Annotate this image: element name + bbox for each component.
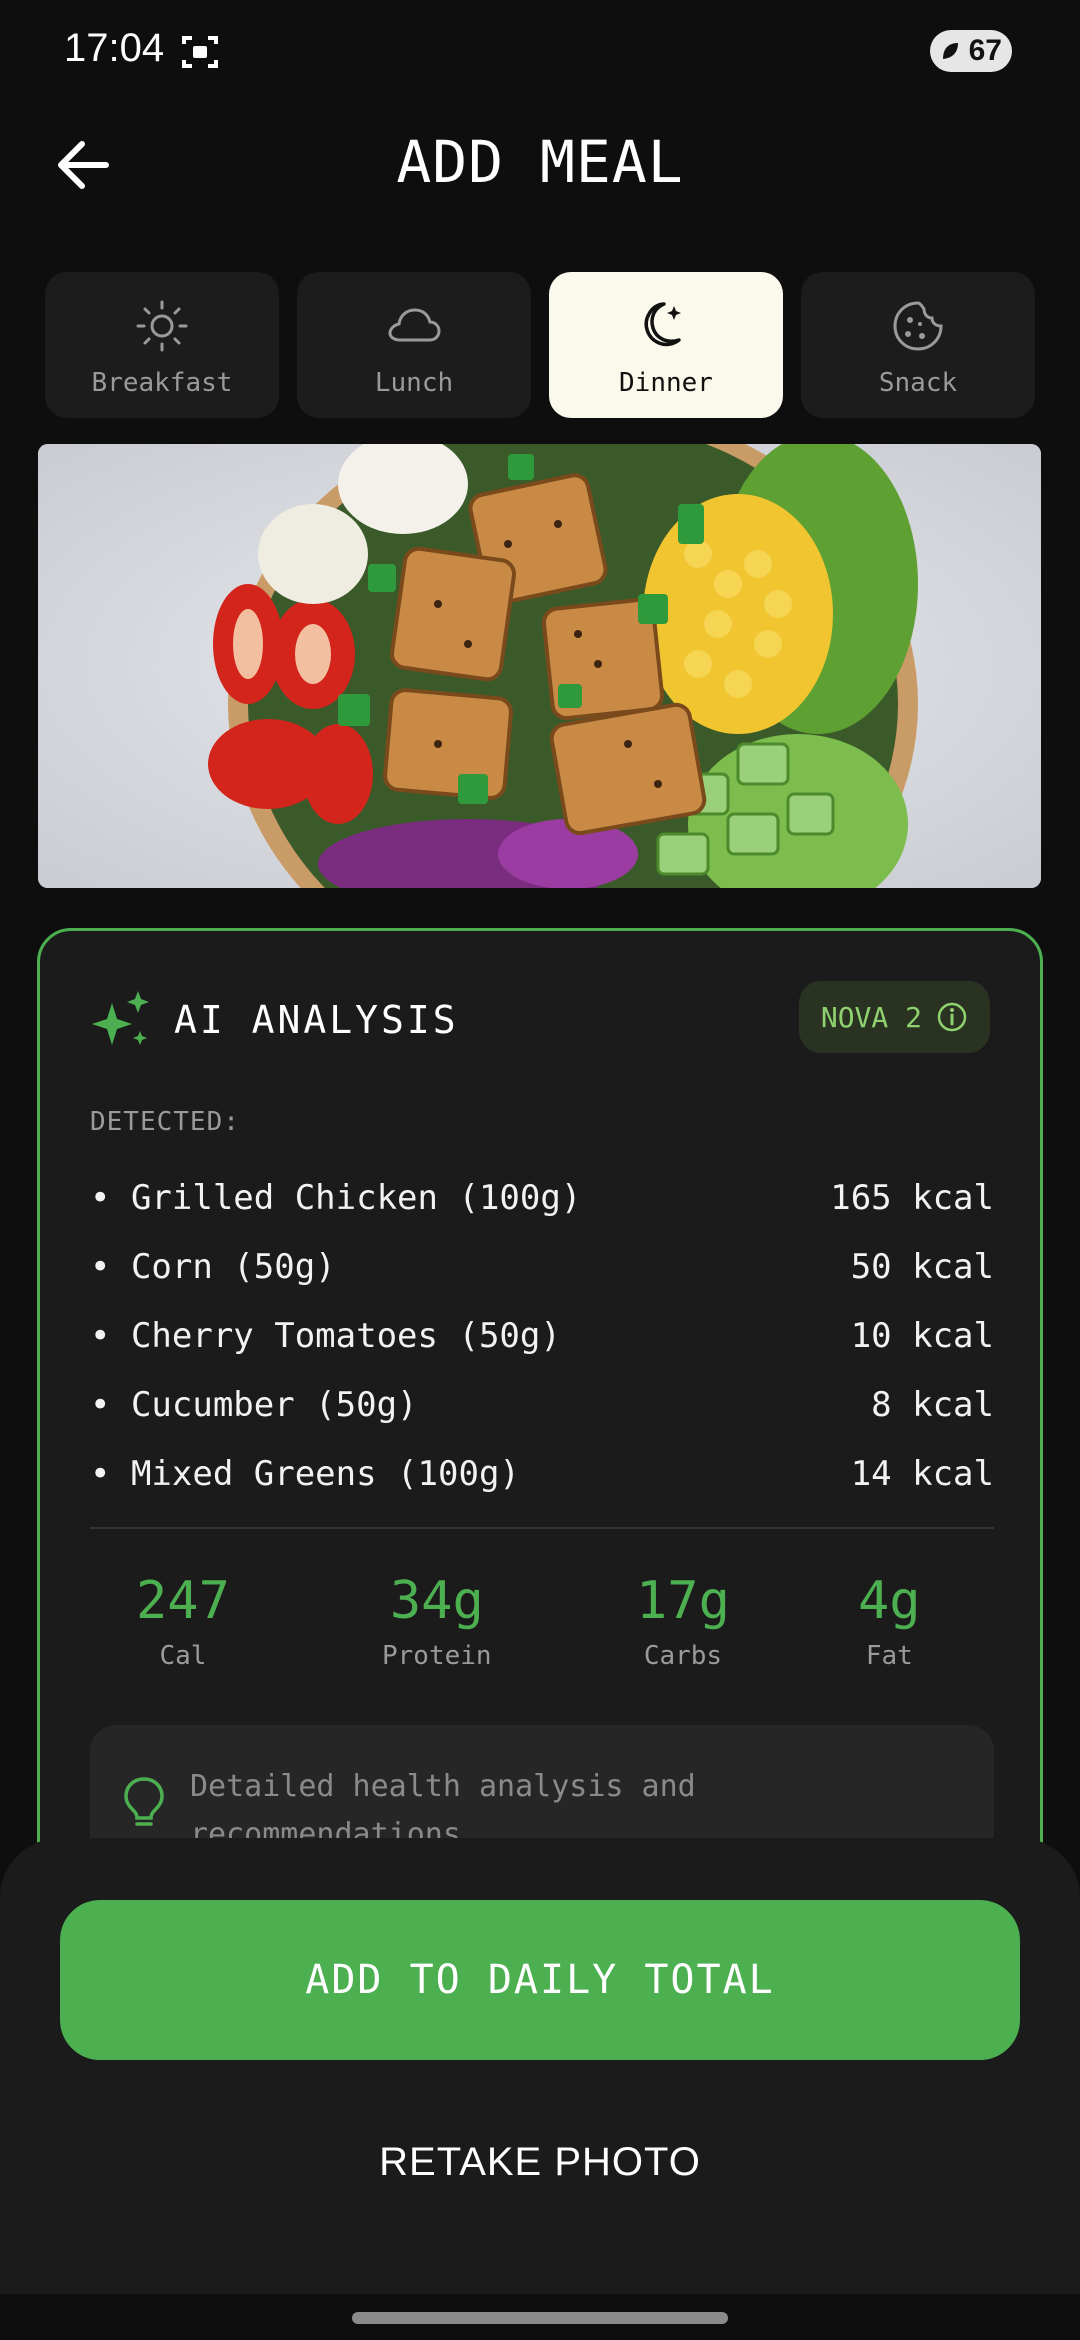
tab-dinner[interactable]: Dinner [549, 272, 783, 418]
food-name: Mixed Greens (100g) [90, 1454, 520, 1494]
model-badge-label: NOVA 2 [820, 1000, 922, 1034]
salad-bowl-image [38, 444, 1041, 888]
action-sheet: ADD TO DAILY TOTAL RETAKE PHOTO [0, 1838, 1080, 2340]
tab-breakfast[interactable]: Breakfast [45, 272, 279, 418]
food-name: Corn (50g) [90, 1247, 336, 1287]
food-kcal: 10 kcal [850, 1315, 994, 1356]
macro-value: 34g [389, 1571, 484, 1631]
macro-value: 17g [636, 1571, 730, 1631]
card-title: AI ANALYSIS [174, 998, 459, 1042]
list-item: Corn (50g) 50 kcal [90, 1232, 994, 1301]
food-kcal: 14 kcal [850, 1453, 994, 1494]
status-bar: 17:04 67 [0, 0, 1080, 100]
cookie-icon [893, 301, 943, 351]
food-name: Grilled Chicken (100g) [90, 1178, 581, 1218]
divider [90, 1527, 994, 1529]
macro-label: Cal [159, 1641, 207, 1671]
macro-carbs: 17g Carbs [636, 1571, 730, 1671]
macro-label: Protein [382, 1641, 492, 1671]
meal-type-tabs: Breakfast Lunch Dinner Snack [45, 272, 1035, 418]
leaf-icon [943, 43, 958, 59]
meal-photo [38, 444, 1041, 888]
status-time: 17:04 [64, 26, 165, 70]
page-title: ADD MEAL [396, 128, 684, 196]
food-name: Cherry Tomatoes (50g) [90, 1316, 561, 1356]
ai-analysis-card: AI ANALYSIS NOVA 2 DETECTED: Grilled Chi… [37, 928, 1043, 1928]
macro-label: Carbs [643, 1641, 723, 1671]
tab-label: Snack [878, 368, 958, 398]
add-to-daily-total-button[interactable]: ADD TO DAILY TOTAL [60, 1900, 1020, 2060]
card-header: AI ANALYSIS [90, 989, 459, 1051]
macro-protein: 34g Protein [382, 1571, 492, 1671]
retake-photo-button[interactable]: RETAKE PHOTO [0, 2140, 1080, 2210]
battery-level: 67 [968, 34, 1002, 67]
screenshot-icon [182, 36, 218, 68]
tab-label: Dinner [619, 368, 713, 398]
sparkle-icon [92, 991, 149, 1045]
detected-food-list: Grilled Chicken (100g) 165 kcal Corn (50… [90, 1163, 994, 1508]
tab-label: Lunch [374, 368, 454, 398]
sun-icon [136, 300, 188, 352]
food-kcal: 8 kcal [871, 1384, 994, 1425]
macro-label: Fat [865, 1641, 913, 1671]
cloud-icon [388, 308, 441, 342]
info-icon [937, 1002, 967, 1032]
home-indicator[interactable] [352, 2312, 728, 2324]
tab-label: Breakfast [91, 368, 233, 398]
food-kcal: 50 kcal [850, 1246, 994, 1287]
macro-value: 4g [858, 1571, 921, 1631]
detected-label: DETECTED: [90, 1107, 240, 1137]
moon-icon [644, 302, 681, 347]
macro-calories: 247 Cal [136, 1571, 230, 1671]
macro-value: 247 [136, 1571, 230, 1631]
lightbulb-icon [124, 1777, 164, 1826]
battery-indicator: 67 [930, 30, 1012, 72]
tab-lunch[interactable]: Lunch [297, 272, 531, 418]
list-item: Cherry Tomatoes (50g) 10 kcal [90, 1301, 994, 1370]
tab-snack[interactable]: Snack [801, 272, 1035, 418]
macro-fat: 4g Fat [858, 1571, 921, 1671]
model-badge[interactable]: NOVA 2 [798, 981, 990, 1053]
food-name: Cucumber (50g) [90, 1385, 418, 1425]
list-item: Grilled Chicken (100g) 165 kcal [90, 1163, 994, 1232]
list-item: Cucumber (50g) 8 kcal [90, 1370, 994, 1439]
food-kcal: 165 kcal [830, 1177, 994, 1218]
list-item: Mixed Greens (100g) 14 kcal [90, 1439, 994, 1508]
